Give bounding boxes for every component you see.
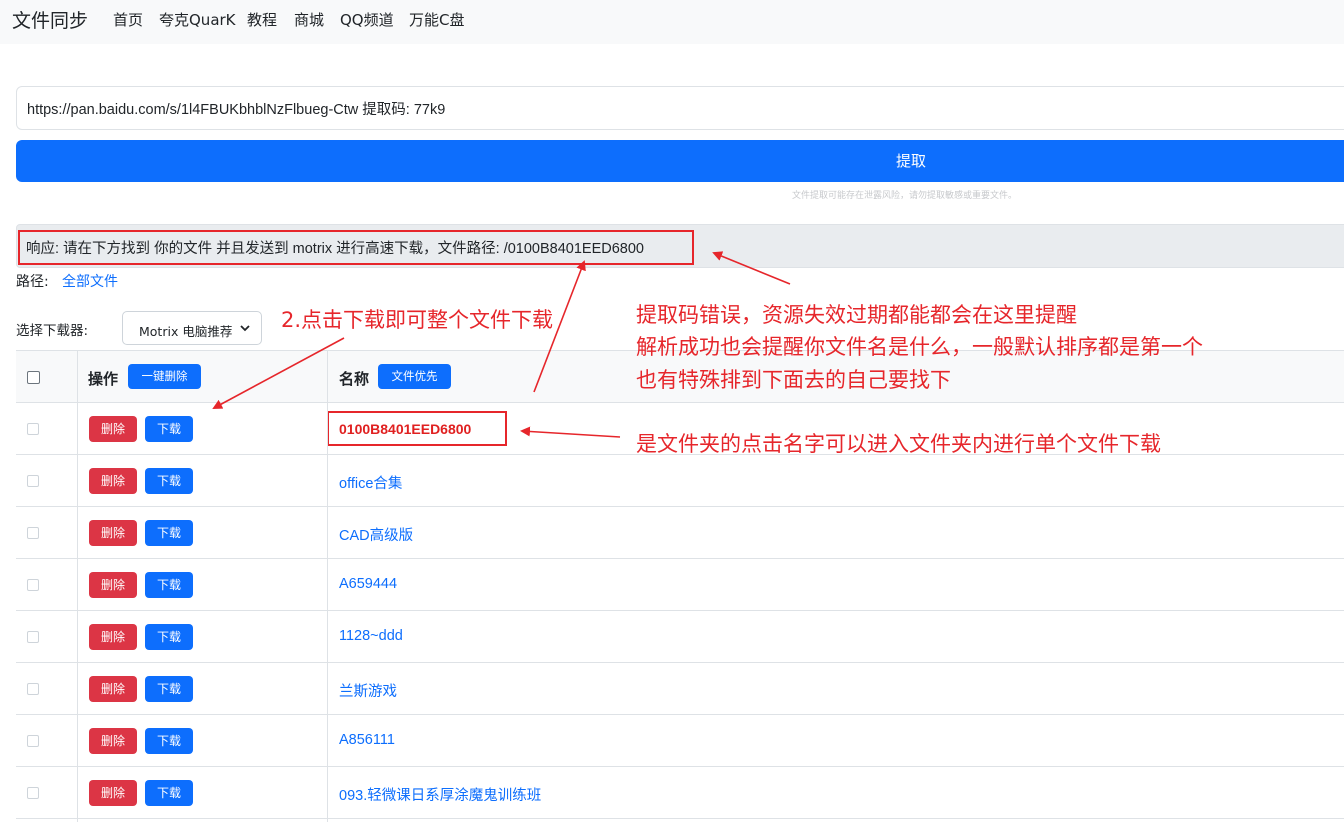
column-header-action: 操作 [88, 370, 119, 388]
download-button[interactable]: 下载 [145, 520, 193, 546]
risk-hint: 文件提取可能存在泄露风险，请勿提取敏感或重要文件。 [792, 191, 1018, 201]
download-button[interactable]: 下载 [145, 624, 193, 650]
row-checkbox[interactable] [27, 631, 39, 643]
response-text: 响应: 请在下方找到 你的文件 并且发送到 motrix 进行高速下载，文件路径… [26, 241, 644, 257]
annotation-response-tip-2: 解析成功也会提醒你文件名是什么，一般默认排序都是第一个 [636, 335, 1203, 359]
row-checkbox[interactable] [27, 735, 39, 747]
nav-c-drive[interactable]: 万能C盘 [409, 9, 464, 30]
file-name-link[interactable]: office合集 [339, 472, 402, 493]
annotation-response-tip-1: 提取码错误，资源失效过期都能都会在这里提醒 [636, 303, 1077, 327]
downloader-select[interactable]: Motrix 电脑推荐 [122, 311, 262, 345]
delete-button[interactable]: 删除 [89, 520, 137, 546]
row-checkbox[interactable] [27, 527, 39, 539]
select-all-checkbox[interactable] [27, 371, 40, 384]
download-button[interactable]: 下载 [145, 728, 193, 754]
row-checkbox[interactable] [27, 423, 39, 435]
delete-button[interactable]: 删除 [89, 624, 137, 650]
column-divider [77, 351, 78, 822]
table-row: 删除 下载 CAD高级版 [16, 507, 1344, 559]
file-name-link[interactable]: 兰斯游戏 [339, 680, 397, 701]
annotation-response-tip-3: 也有特殊排到下面去的自己要找下 [636, 368, 951, 392]
brand[interactable]: 文件同步 [12, 6, 88, 33]
download-button[interactable]: 下载 [145, 572, 193, 598]
files-first-button[interactable]: 文件优先 [378, 364, 451, 389]
extract-button[interactable]: 提取 [16, 140, 1344, 182]
table-row: 删除 下载 093.轻微课日系厚涂魔鬼训练班 [16, 767, 1344, 819]
file-name-link[interactable]: A659444 [339, 576, 397, 592]
delete-button[interactable]: 删除 [89, 416, 137, 442]
row-checkbox[interactable] [27, 787, 39, 799]
file-name-link[interactable]: 0100B8401EED6800 [339, 421, 471, 437]
nav-tutorial[interactable]: 教程 [247, 9, 277, 30]
file-name-link[interactable]: A856111 [339, 732, 395, 748]
path-label: 路径: [16, 274, 49, 290]
navbar: 文件同步 首页 夸克QuarK 教程 商城 QQ频道 万能C盘 [0, 0, 1344, 44]
column-divider [327, 351, 328, 822]
nav-shop[interactable]: 商城 [294, 9, 324, 30]
nav-quark[interactable]: 夸克QuarK [159, 9, 236, 30]
downloader-label: 选择下载器: [16, 323, 89, 339]
table-row: 删除 下载 A856111 [16, 715, 1344, 767]
row-checkbox[interactable] [27, 683, 39, 695]
row-checkbox[interactable] [27, 579, 39, 591]
bulk-delete-button[interactable]: 一键删除 [128, 364, 201, 389]
nav-home[interactable]: 首页 [113, 9, 143, 30]
path-all-files-link[interactable]: 全部文件 [62, 271, 118, 291]
file-name-link[interactable]: 093.轻微课日系厚涂魔鬼训练班 [339, 784, 541, 805]
file-name-link[interactable]: 1128~ddd [339, 628, 403, 644]
table-row: 删除 下载 兰斯游戏 [16, 663, 1344, 715]
download-button[interactable]: 下载 [145, 416, 193, 442]
row-checkbox[interactable] [27, 475, 39, 487]
download-button[interactable]: 下载 [145, 676, 193, 702]
column-header-name: 名称 [339, 370, 370, 388]
delete-button[interactable]: 删除 [89, 728, 137, 754]
file-name-link[interactable]: CAD高级版 [339, 524, 413, 545]
delete-button[interactable]: 删除 [89, 468, 137, 494]
delete-button[interactable]: 删除 [89, 780, 137, 806]
annotation-folder-tip: 是文件夹的点击名字可以进入文件夹内进行单个文件下载 [636, 432, 1161, 456]
chevron-down-icon [239, 317, 251, 342]
table-row: 删除 下载 1128~ddd [16, 611, 1344, 663]
download-button[interactable]: 下载 [145, 468, 193, 494]
nav-qq-channel[interactable]: QQ频道 [340, 9, 394, 30]
delete-button[interactable]: 删除 [89, 572, 137, 598]
table-row: 删除 下载 office合集 [16, 455, 1344, 507]
download-button[interactable]: 下载 [145, 780, 193, 806]
share-link-input[interactable] [16, 86, 1344, 130]
table-row: 删除 下载 A659444 [16, 559, 1344, 611]
delete-button[interactable]: 删除 [89, 676, 137, 702]
file-table: 操作 一键删除 名称 文件优先 删除 下载 0100B8401EED6800 删… [16, 350, 1344, 822]
downloader-selected-value: Motrix 电脑推荐 [139, 324, 233, 339]
annotation-download-tip: 2.点击下载即可整个文件下载 [281, 308, 554, 332]
